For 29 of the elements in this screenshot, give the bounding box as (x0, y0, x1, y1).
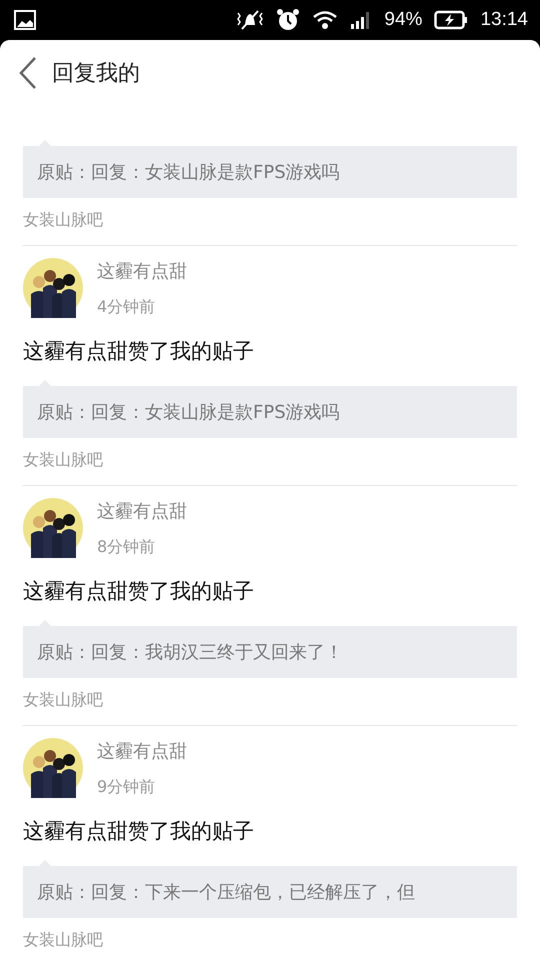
back-icon[interactable] (18, 56, 38, 90)
notification-text: 这霾有点甜赞了我的贴子 (23, 338, 254, 365)
notification-text: 这霾有点甜赞了我的贴子 (23, 578, 254, 605)
battery-icon (434, 10, 468, 30)
page-title: 回复我的 (52, 60, 140, 88)
quoted-post[interactable]: 原贴：回复：女装山脉是款FPS游戏吗 (23, 380, 517, 438)
user-name[interactable]: 这霾有点甜 (97, 498, 187, 522)
user-name[interactable]: 这霾有点甜 (97, 738, 187, 762)
image-icon (14, 10, 36, 30)
wifi-icon (312, 10, 338, 30)
forum-name[interactable]: 女装山脉吧 (23, 690, 103, 711)
clock: 13:14 (480, 9, 528, 31)
timestamp: 8分钟前 (97, 536, 156, 558)
forum-name[interactable]: 女装山脉吧 (23, 210, 103, 231)
alarm-icon (276, 8, 300, 32)
battery-percent: 94% (384, 9, 422, 31)
quoted-post[interactable]: 原贴：回复：女装山脉是款FPS游戏吗 (23, 140, 517, 198)
quoted-post[interactable]: 原贴：回复：我胡汉三终于又回来了！ (23, 620, 517, 678)
forum-name[interactable]: 女装山脉吧 (23, 930, 103, 951)
forum-name[interactable]: 女装山脉吧 (23, 450, 103, 471)
quoted-post[interactable]: 原贴：回复：下来一个压缩包，已经解压了，但 (23, 860, 517, 918)
avatar[interactable] (23, 738, 83, 798)
notification-text: 这霾有点甜赞了我的贴子 (23, 818, 254, 845)
avatar[interactable] (23, 258, 83, 318)
user-name[interactable]: 这霾有点甜 (97, 258, 187, 282)
timestamp: 4分钟前 (97, 296, 156, 318)
timestamp: 9分钟前 (97, 776, 156, 798)
avatar[interactable] (23, 498, 83, 558)
muted-bell-icon (236, 9, 264, 31)
